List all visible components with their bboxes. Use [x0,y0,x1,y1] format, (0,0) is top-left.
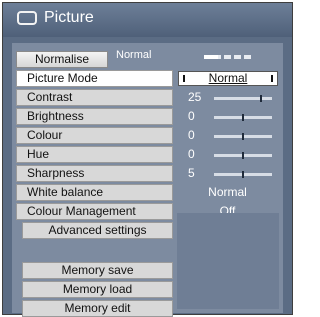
hue-label: Hue [16,146,173,163]
sharpness-value: 5 [188,166,195,180]
slider-knob[interactable] [242,133,244,140]
contrast-value: 25 [188,90,202,104]
empty-area [177,213,279,309]
picture-menu-window: Picture Normalise Normal Picture Mode No… [2,2,293,317]
brightness-slider[interactable] [214,114,272,121]
sharpness-label: Sharpness [16,165,173,182]
monitor-icon [17,11,37,25]
contrast-row[interactable]: Contrast 25 [16,89,279,106]
sharpness-row[interactable]: Sharpness 5 [16,165,279,182]
colour-row[interactable]: Colour 0 [16,127,279,144]
brightness-label: Brightness [16,108,173,125]
white-balance-value: Normal [208,185,247,199]
sharpness-slider[interactable] [214,171,272,178]
picture-mode-value: Normal [208,71,248,85]
settings-panel: Normalise Normal Picture Mode Normal Con… [12,43,283,317]
slider-knob[interactable] [260,95,262,102]
colour-label: Colour [16,127,173,144]
contrast-label: Contrast [16,89,173,106]
brightness-value: 0 [188,109,195,123]
slider-knob[interactable] [242,114,244,121]
hue-value: 0 [188,147,195,161]
hue-value-cell: 0 [176,146,279,163]
colour-value-cell: 0 [176,127,279,144]
picture-mode-label: Picture Mode [16,70,173,87]
hue-slider[interactable] [214,152,272,159]
colour-management-label: Colour Management [16,203,173,220]
sharpness-value-cell: 5 [176,165,279,182]
slider-knob[interactable] [242,171,244,178]
arrow-right-icon[interactable] [271,75,273,82]
window-title: Picture [44,9,94,26]
current-mode-label: Normal [116,49,152,61]
picture-mode-selector[interactable]: Normal [178,71,278,86]
normalise-button[interactable]: Normalise [16,51,108,68]
memory-load-button[interactable]: Memory load [22,281,173,298]
contrast-value-cell: 25 [176,89,279,106]
colour-slider[interactable] [214,133,272,140]
white-balance-row[interactable]: White balance Normal [16,184,279,201]
white-balance-value-cell: Normal [176,184,279,201]
picture-mode-row[interactable]: Picture Mode Normal [16,70,279,87]
title-bar: Picture [3,3,292,37]
contrast-slider[interactable] [214,95,272,102]
brightness-row[interactable]: Brightness 0 [16,108,279,125]
memory-save-button[interactable]: Memory save [22,262,173,279]
advanced-settings-button[interactable]: Advanced settings [22,222,173,239]
colour-value: 0 [188,128,195,142]
white-balance-label: White balance [16,184,173,201]
slider-knob[interactable] [242,152,244,159]
memory-edit-button[interactable]: Memory edit [22,300,173,317]
picture-mode-value-cell: Normal [176,70,279,87]
brightness-value-cell: 0 [176,108,279,125]
hue-row[interactable]: Hue 0 [16,146,279,163]
page-indicator [204,55,254,59]
